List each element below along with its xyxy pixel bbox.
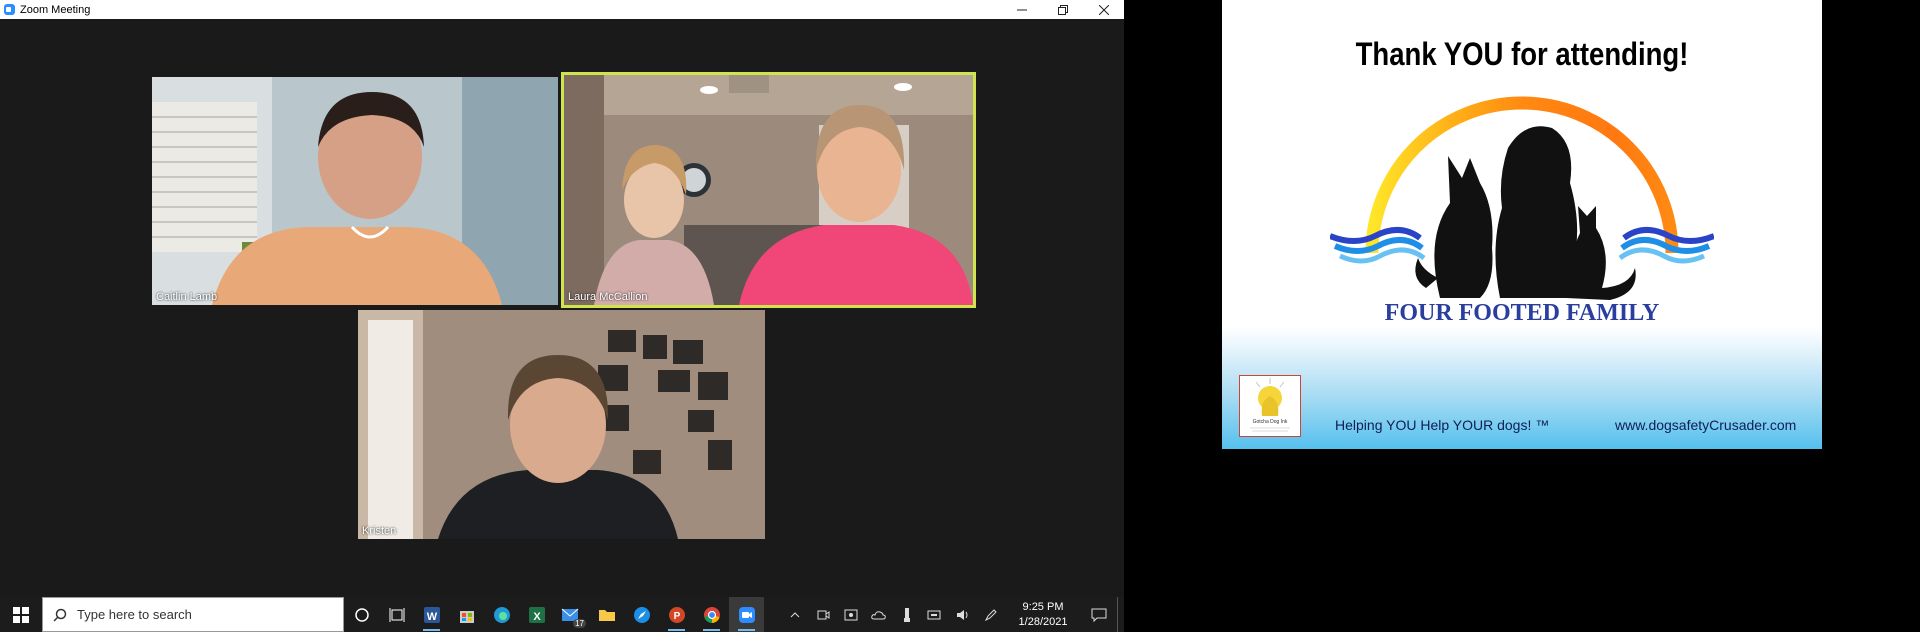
taskbar-word[interactable]: W [414,597,449,632]
network-icon [927,610,941,619]
video-tile-caitlin[interactable]: Caitlin Lamb [152,77,558,305]
windows-icon [13,606,29,623]
search-placeholder: Type here to search [77,607,192,622]
tray-network[interactable] [921,597,949,632]
pen-icon [984,608,997,621]
video-tile-laura[interactable]: Laura McCallion [561,72,976,308]
word-icon: W [423,606,440,623]
zoom-icon [738,606,755,623]
show-desktop-button[interactable] [1117,597,1124,632]
meet-now-icon [817,610,830,619]
capture-icon [844,609,858,620]
presentation-slide: Thank YOU for attending! FOUR FOOTED FAM… [1222,0,1822,449]
start-button[interactable] [0,597,42,632]
participant-video [358,310,765,539]
store-icon [459,610,474,623]
taskbar-edge[interactable] [484,597,519,632]
mini-logo-text: Gotcha Dog Ink [1253,419,1288,425]
chrome-icon [703,606,720,623]
clock-time: 9:25 PM [1022,600,1064,613]
brand-name: FOUR FOOTED FAMILY [1384,300,1660,326]
window-blinds [152,102,257,252]
compass-icon [633,606,650,623]
taskbar-powerpoint[interactable]: P [659,597,694,632]
show-hidden-icons-button[interactable] [781,597,809,632]
cloud-icon [871,610,886,619]
dog-logo-icon: Gotcha Dog Ink [1250,378,1290,432]
folder-icon [598,609,615,621]
chevron-up-icon [790,611,800,617]
taskbar-store[interactable] [449,597,484,632]
video-tile-kristen[interactable]: Kristen [358,310,765,539]
task-view-button[interactable] [379,597,414,632]
mail-badge: 17 [573,619,586,628]
participant-name: Kristen [362,525,397,537]
four-footed-family-logo [1330,96,1714,300]
restore-icon [1057,4,1068,15]
taskbar-zoom[interactable] [729,597,764,632]
participant-video [564,75,973,305]
taskbar-chrome[interactable] [694,597,729,632]
svg-text:W: W [426,611,437,623]
tray-meet-now[interactable] [809,597,837,632]
edge-icon [493,606,510,623]
gotcha-dog-logo: Gotcha Dog Ink [1239,375,1301,437]
action-center-button[interactable] [1081,597,1117,632]
volume-icon [957,609,968,620]
powerpoint-icon: P [668,606,685,623]
svg-text:X: X [533,611,541,623]
cortana-icon [354,607,369,622]
slide-tagline: Helping YOU Help YOUR dogs! ™ [1335,417,1550,433]
tray-pen[interactable] [977,597,1005,632]
slide-website: www.dogsafetyCrusader.com [1615,417,1797,433]
search-icon [53,608,67,622]
taskbar: Type here to search W X 17 P 9:25 PM 1/2… [0,597,1124,632]
participant-name: Laura McCallion [568,291,648,303]
participant-video [152,77,558,305]
window-controls [1001,0,1124,19]
taskbar-clock[interactable]: 9:25 PM 1/28/2021 [1005,600,1081,630]
participant-name: Caitlin Lamb [156,291,218,303]
window-titlebar[interactable]: Zoom Meeting [0,0,1124,19]
close-icon [1098,4,1109,15]
minimize-icon [1016,9,1027,10]
tray-onedrive[interactable] [865,597,893,632]
zoom-window: Zoom Meeting Caitlin Lamb Laura McCallio… [0,0,1124,597]
taskbar-mail[interactable]: 17 [554,597,589,632]
clock-date: 1/28/2021 [1018,615,1068,628]
taskbar-excel[interactable]: X [519,597,554,632]
excel-icon: X [528,606,545,623]
svg-text:P: P [673,611,680,622]
system-tray: 9:25 PM 1/28/2021 [781,597,1124,632]
cortana-button[interactable] [344,597,379,632]
usb-icon [904,607,910,622]
taskbar-safari[interactable] [624,597,659,632]
tray-screen-capture[interactable] [837,597,865,632]
tray-usb[interactable] [893,597,921,632]
task-view-icon [389,607,404,622]
minimize-button[interactable] [1001,0,1042,19]
restore-button[interactable] [1042,0,1083,19]
window-title: Zoom Meeting [20,3,91,16]
tray-volume[interactable] [949,597,977,632]
zoom-app-icon [4,4,15,15]
taskbar-search-box[interactable]: Type here to search [42,597,344,632]
slide-title: Thank YOU for attending! [1355,36,1689,72]
notification-icon [1091,608,1107,622]
close-button[interactable] [1083,0,1124,19]
taskbar-file-explorer[interactable] [589,597,624,632]
silhouette-graphic [1415,126,1636,300]
